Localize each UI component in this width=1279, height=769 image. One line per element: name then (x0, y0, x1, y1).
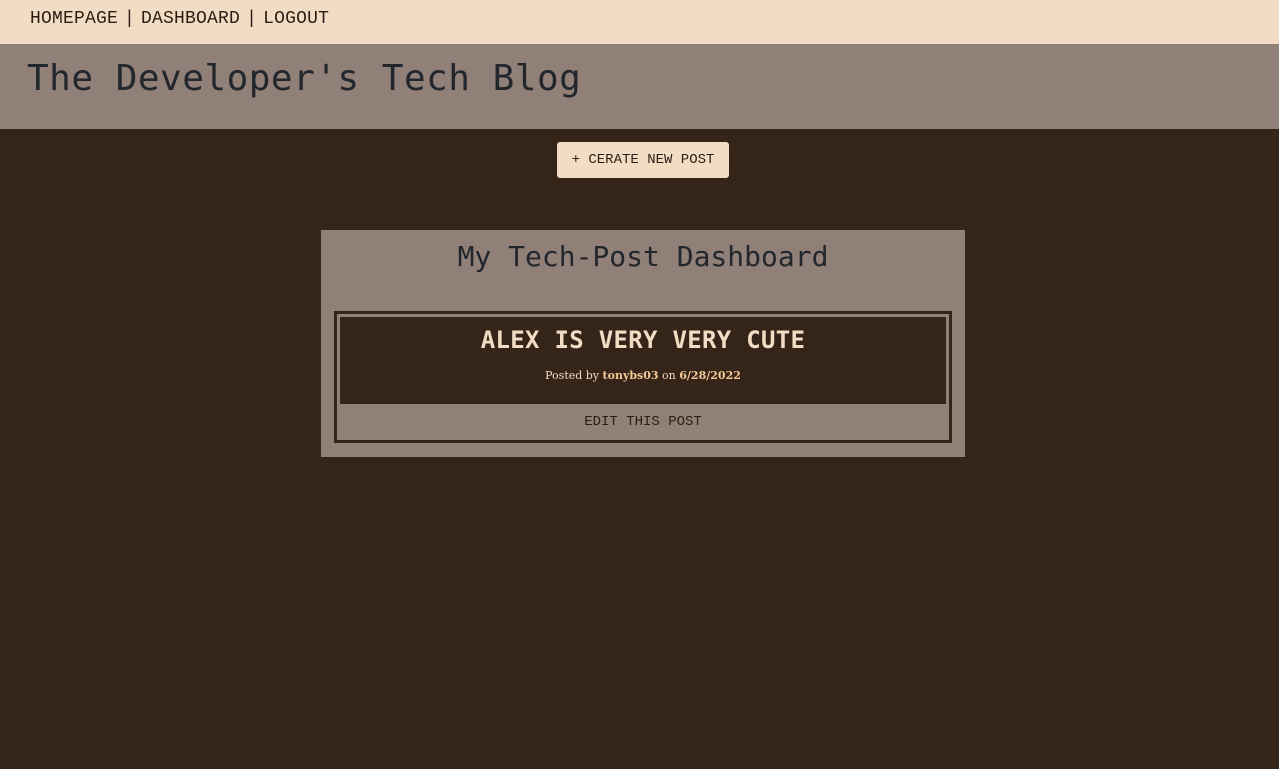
posted-by-label: Posted by (545, 369, 600, 382)
nav-link-logout[interactable]: LOGOUT (263, 9, 329, 29)
post-title: ALEX IS VERY VERY CUTE (480, 326, 806, 354)
site-header: The Developer's Tech Blog (0, 44, 1279, 129)
nav-separator: | (246, 9, 258, 29)
post-header[interactable]: ALEX IS VERY VERY CUTE Posted by tonybs0… (340, 317, 946, 404)
on-label: on (662, 369, 676, 382)
nav-links: HOMEPAGE | DASHBOARD | LOGOUT (30, 9, 329, 29)
site-title: The Developer's Tech Blog (27, 58, 582, 99)
nav-link-homepage[interactable]: HOMEPAGE (30, 9, 118, 29)
dashboard-panel: My Tech-Post Dashboard ALEX IS VERY VERY… (321, 230, 965, 457)
post-date: 6/28/2022 (679, 369, 741, 382)
create-new-post-button[interactable]: + CERATE NEW POST (557, 142, 729, 178)
top-navigation-bar: HOMEPAGE | DASHBOARD | LOGOUT (0, 0, 1279, 44)
nav-separator: | (124, 9, 136, 29)
edit-post-link[interactable]: EDIT THIS POST (340, 414, 946, 430)
nav-link-dashboard[interactable]: DASHBOARD (141, 9, 240, 29)
post-author: tonybs03 (602, 369, 659, 382)
post-card: ALEX IS VERY VERY CUTE Posted by tonybs0… (334, 311, 952, 443)
post-meta: Posted by tonybs03 on 6/28/2022 (340, 369, 946, 382)
dashboard-title: My Tech-Post Dashboard (457, 240, 829, 273)
